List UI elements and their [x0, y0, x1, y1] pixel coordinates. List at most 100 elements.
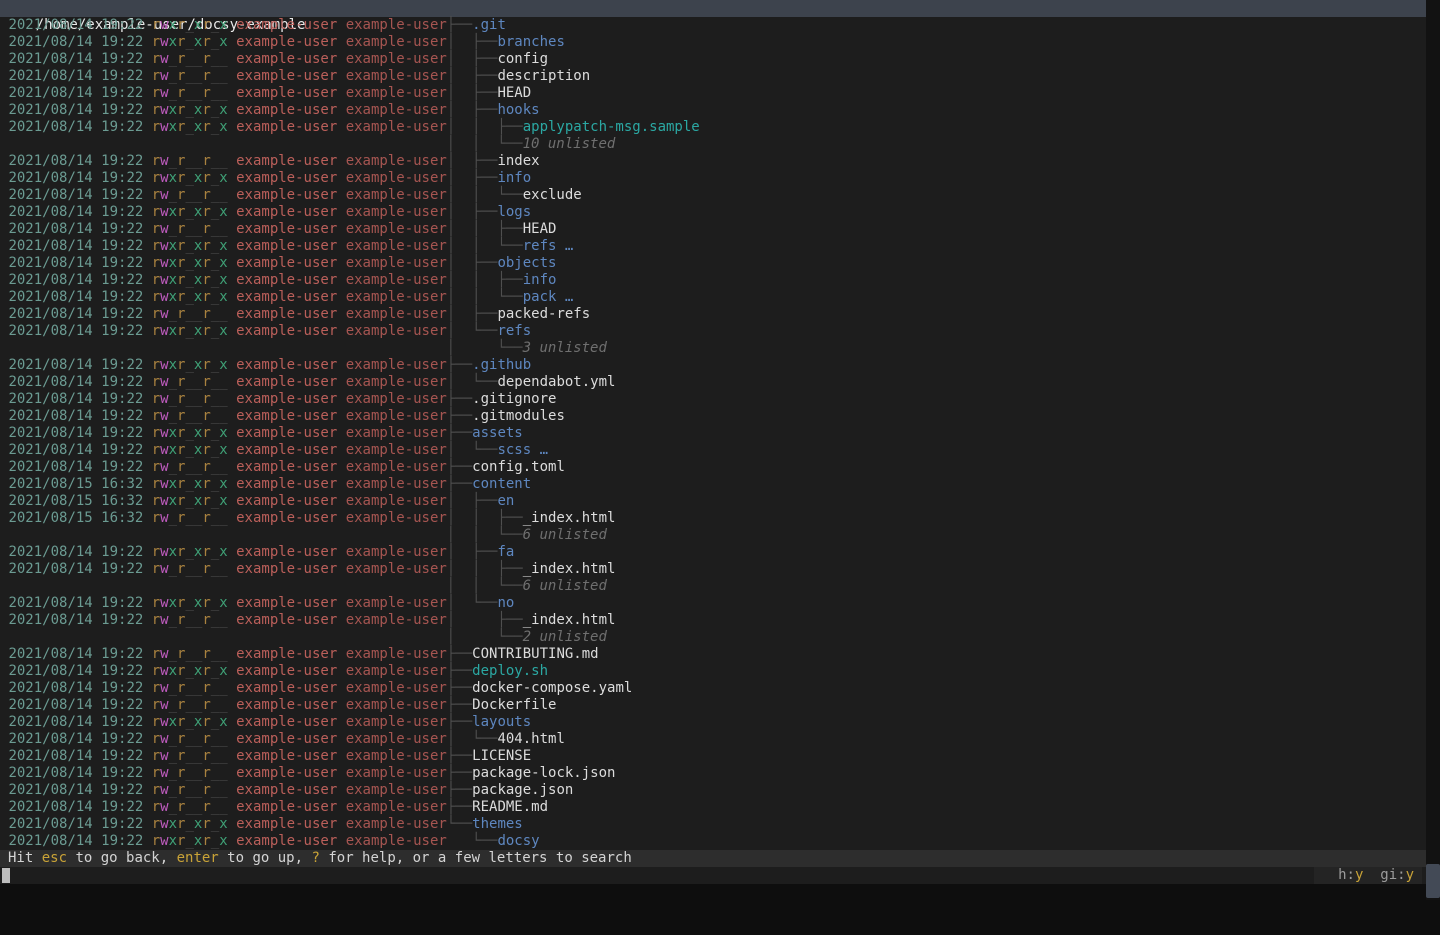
perm-char: x [219, 238, 227, 254]
file-row[interactable]: 2021/08/14 19:22 rw_r__r__ example-user … [0, 187, 1426, 204]
perm-char: r [202, 170, 210, 186]
file-row[interactable]: 2021/08/14 19:22 rw_r__r__ example-user … [0, 799, 1426, 816]
entry-name: README.md [472, 799, 548, 815]
pad [228, 323, 236, 339]
scrollbar-track[interactable] [1426, 0, 1440, 900]
pad [337, 306, 345, 322]
file-row[interactable]: 2021/08/14 19:22 rwxr_xr_x example-user … [0, 238, 1426, 255]
file-row[interactable]: 2021/08/14 19:22 rw_r__r__ example-user … [0, 748, 1426, 765]
permissions: rw_r__r__ [152, 510, 228, 526]
file-row[interactable]: 2021/08/14 19:22 rwxr_xr_x example-user … [0, 289, 1426, 306]
file-row[interactable]: 2021/08/14 19:22 rw_r__r__ example-user … [0, 306, 1426, 323]
search-input[interactable]: h:y gi:y [0, 867, 1426, 884]
scrollbar-thumb[interactable] [1426, 864, 1440, 898]
file-row[interactable]: 2021/08/14 19:22 rwxr_xr_x example-user … [0, 255, 1426, 272]
file-row[interactable]: 2021/08/14 19:22 rwxr_xr_x example-user … [0, 663, 1426, 680]
perm-char: _ [169, 782, 177, 798]
file-row[interactable]: 2021/08/14 19:22 rwxr_xr_x example-user … [0, 34, 1426, 51]
file-row[interactable]: 2021/08/14 19:22 rwxr_xr_x example-user … [0, 714, 1426, 731]
file-row[interactable]: 2021/08/14 19:22 rw_r__r__ example-user … [0, 68, 1426, 85]
file-row[interactable]: 2021/08/14 19:22 rwxr_xr_x example-user … [0, 17, 1426, 34]
perm-char: x [219, 119, 227, 135]
file-row[interactable]: │ │ └──6 unlisted [0, 578, 1426, 595]
file-row[interactable]: 2021/08/14 19:22 rwxr_xr_x example-user … [0, 272, 1426, 289]
file-row[interactable]: 2021/08/14 19:22 rw_r__r__ example-user … [0, 408, 1426, 425]
meta-blank [0, 340, 447, 356]
file-row[interactable]: 2021/08/14 19:22 rwxr_xr_x example-user … [0, 442, 1426, 459]
input-cursor[interactable] [2, 868, 10, 883]
permissions: rw_r__r__ [152, 731, 228, 747]
file-row[interactable]: 2021/08/14 19:22 rwxr_xr_x example-user … [0, 204, 1426, 221]
owner-name: example-user [236, 765, 337, 781]
file-row[interactable]: │ │ └──10 unlisted [0, 136, 1426, 153]
modified-datetime: 2021/08/14 19:22 [8, 425, 143, 441]
perm-char: _ [219, 391, 227, 407]
file-row[interactable]: 2021/08/14 19:22 rw_r__r__ example-user … [0, 765, 1426, 782]
file-row[interactable]: 2021/08/14 19:22 rwxr_xr_x example-user … [0, 833, 1426, 850]
flag-gi-label: gi: [1380, 867, 1405, 883]
perm-char: _ [211, 391, 219, 407]
file-row[interactable]: 2021/08/14 19:22 rw_r__r__ example-user … [0, 782, 1426, 799]
file-row[interactable]: 2021/08/14 19:22 rw_r__r__ example-user … [0, 221, 1426, 238]
file-row[interactable]: 2021/08/14 19:22 rw_r__r__ example-user … [0, 51, 1426, 68]
file-row[interactable]: 2021/08/14 19:22 rw_r__r__ example-user … [0, 731, 1426, 748]
tree-branch-line: ├── [447, 476, 472, 492]
file-row[interactable]: 2021/08/14 19:22 rw_r__r__ example-user … [0, 85, 1426, 102]
file-row[interactable]: 2021/08/14 19:22 rwxr_xr_x example-user … [0, 170, 1426, 187]
file-row[interactable]: 2021/08/14 19:22 rwxr_xr_x example-user … [0, 544, 1426, 561]
file-row[interactable]: │ │ └──6 unlisted [0, 527, 1426, 544]
perm-char: _ [219, 68, 227, 84]
perm-char: _ [185, 391, 193, 407]
file-row[interactable]: 2021/08/14 19:22 rw_r__r__ example-user … [0, 561, 1426, 578]
file-row[interactable]: 2021/08/14 19:22 rwxr_xr_x example-user … [0, 119, 1426, 136]
file-row[interactable]: 2021/08/14 19:22 rw_r__r__ example-user … [0, 680, 1426, 697]
file-row[interactable]: 2021/08/14 19:22 rwxr_xr_x example-user … [0, 357, 1426, 374]
file-row[interactable]: 2021/08/14 19:22 rw_r__r__ example-user … [0, 646, 1426, 663]
file-tree: 2021/08/14 19:22 rwxr_xr_x example-user … [0, 17, 1426, 850]
pad [228, 799, 236, 815]
file-row[interactable]: │ └──3 unlisted [0, 340, 1426, 357]
permissions: rwxr_xr_x [152, 476, 228, 492]
file-row[interactable]: 2021/08/15 16:32 rwxr_xr_x example-user … [0, 476, 1426, 493]
file-row[interactable]: 2021/08/14 19:22 rwxr_xr_x example-user … [0, 816, 1426, 833]
file-row[interactable]: │ └──2 unlisted [0, 629, 1426, 646]
entry-name: package-lock.json [472, 765, 615, 781]
pad [143, 595, 151, 611]
perm-char: _ [185, 612, 193, 628]
perm-char: _ [211, 153, 219, 169]
file-row[interactable]: 2021/08/14 19:22 rw_r__r__ example-user … [0, 374, 1426, 391]
perm-char: r [202, 697, 210, 713]
perm-char: x [169, 595, 177, 611]
modified-datetime: 2021/08/14 19:22 [8, 102, 143, 118]
modified-datetime: 2021/08/14 19:22 [8, 17, 143, 33]
file-row[interactable]: 2021/08/14 19:22 rw_r__r__ example-user … [0, 459, 1426, 476]
perm-char: _ [219, 306, 227, 322]
perm-char: r [202, 221, 210, 237]
bottom-margin [0, 884, 1426, 900]
file-row[interactable]: 2021/08/15 16:32 rw_r__r__ example-user … [0, 510, 1426, 527]
perm-char: x [219, 255, 227, 271]
pad [143, 680, 151, 696]
perm-char: r [202, 272, 210, 288]
perm-char: w [160, 782, 168, 798]
perm-char: w [160, 442, 168, 458]
pad [337, 102, 345, 118]
file-row[interactable]: 2021/08/14 19:22 rwxr_xr_x example-user … [0, 595, 1426, 612]
file-row[interactable]: 2021/08/14 19:22 rwxr_xr_x example-user … [0, 425, 1426, 442]
perm-char: _ [219, 612, 227, 628]
perm-char: _ [211, 357, 219, 373]
group-name: example-user [346, 204, 447, 220]
file-row[interactable]: 2021/08/14 19:22 rw_r__r__ example-user … [0, 697, 1426, 714]
perm-char: r [152, 187, 160, 203]
perm-char: w [160, 204, 168, 220]
file-row[interactable]: 2021/08/14 19:22 rw_r__r__ example-user … [0, 391, 1426, 408]
pad [337, 238, 345, 254]
file-row[interactable]: 2021/08/14 19:22 rw_r__r__ example-user … [0, 612, 1426, 629]
file-row[interactable]: 2021/08/14 19:22 rwxr_xr_x example-user … [0, 102, 1426, 119]
modified-datetime: 2021/08/14 19:22 [8, 255, 143, 271]
perm-char: _ [185, 697, 193, 713]
owner-name: example-user [236, 17, 337, 33]
file-row[interactable]: 2021/08/14 19:22 rw_r__r__ example-user … [0, 153, 1426, 170]
file-row[interactable]: 2021/08/15 16:32 rwxr_xr_x example-user … [0, 493, 1426, 510]
file-row[interactable]: 2021/08/14 19:22 rwxr_xr_x example-user … [0, 323, 1426, 340]
